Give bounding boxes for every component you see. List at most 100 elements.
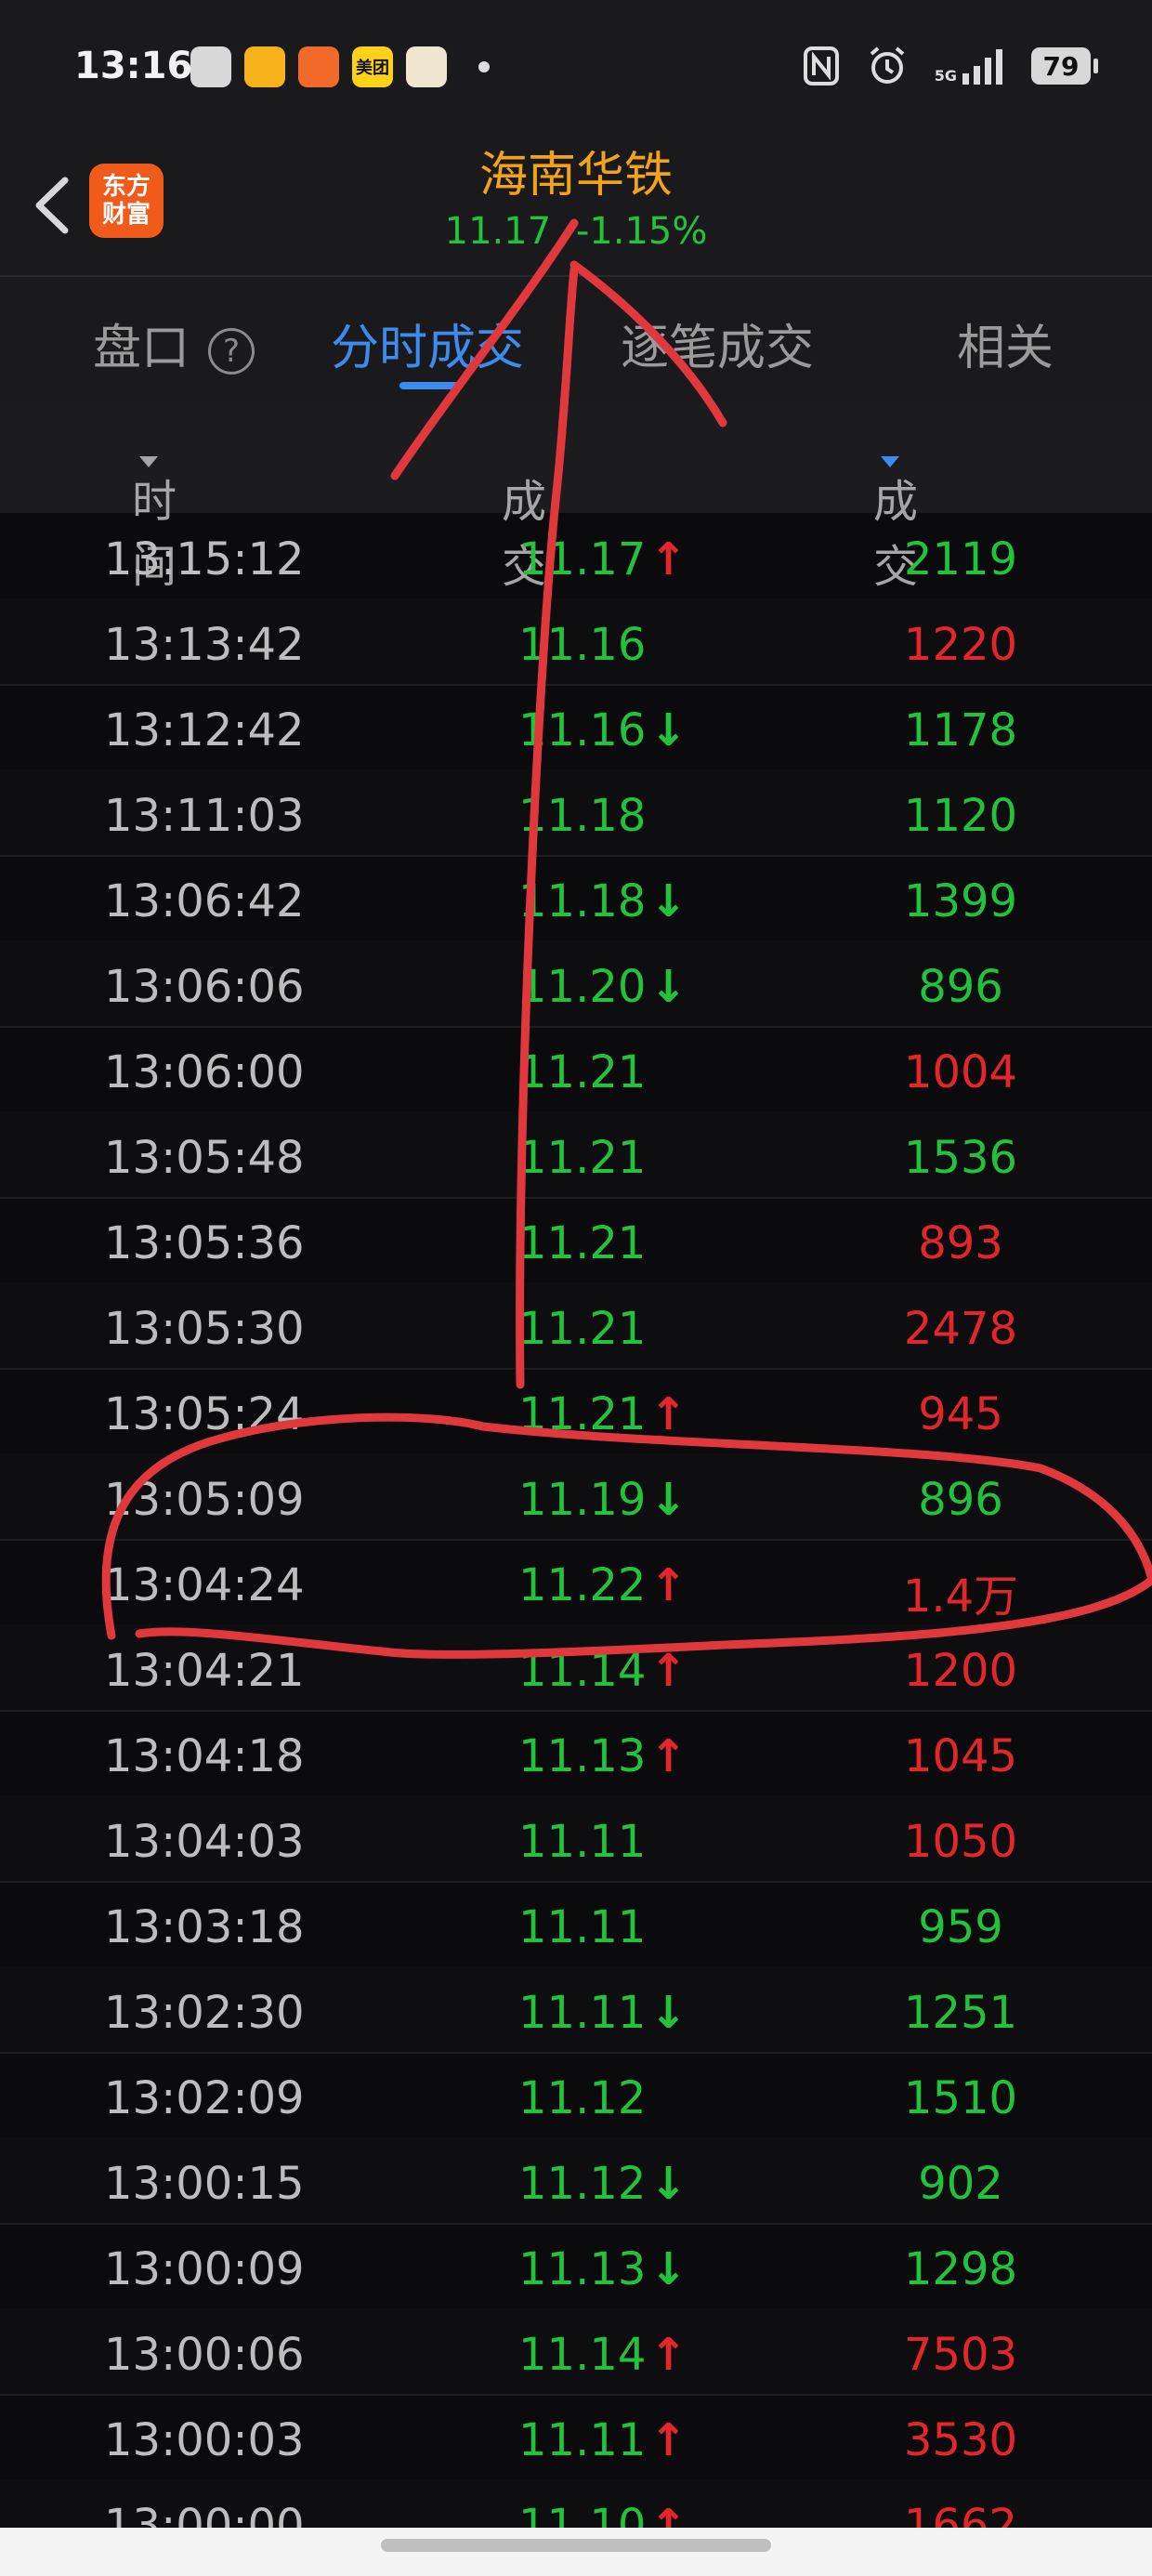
- trade-price: 11.21: [518, 1132, 647, 1184]
- trade-price-cell: 11.13↓: [518, 2243, 687, 2295]
- trade-volume: 1251: [903, 1987, 1018, 2039]
- table-row[interactable]: 13:00:03 11.11↑ 3530: [0, 2394, 1152, 2481]
- logo-line1: 东方: [101, 173, 151, 201]
- stock-change: -1.15%: [575, 210, 708, 253]
- active-tab-indicator: [399, 382, 461, 389]
- trade-price: 11.12: [518, 2072, 647, 2124]
- trades-table[interactable]: 13:15:12 11.17↑ 2119 13:13:42 11.16 1220 13:12…: [0, 513, 1152, 2528]
- battery-level: 79: [1042, 50, 1080, 82]
- trade-volume: 1298: [903, 2243, 1018, 2295]
- trade-volume: 945: [918, 1388, 1003, 1440]
- status-time: 13:16: [74, 45, 193, 87]
- trade-price-cell: 11.22↑: [518, 1559, 687, 1611]
- table-row[interactable]: 13:06:42 11.18↓ 1399: [0, 855, 1152, 942]
- table-row[interactable]: 13:06:06 11.20↓ 896: [0, 940, 1152, 1028]
- trade-price-cell: 11.11: [518, 1901, 646, 1953]
- trade-price-cell: 11.13↑: [518, 1730, 687, 1782]
- stock-price: 11.17: [444, 210, 552, 253]
- meituan-icon: 美团: [352, 46, 393, 87]
- trade-time: 13:02:30: [104, 1987, 305, 2039]
- tab-fenshi-trades[interactable]: 分时成交: [331, 309, 524, 378]
- table-row[interactable]: 13:04:18 11.13↑ 1045: [0, 1710, 1152, 1797]
- trade-price-cell: 11.12: [518, 2072, 646, 2124]
- nav-bar-bg: [0, 2528, 1152, 2576]
- trade-price-cell: 11.14↑: [518, 2329, 687, 2381]
- trade-price-cell: 11.19↓: [518, 1474, 687, 1526]
- table-row[interactable]: 13:05:24 11.21↑ 945: [0, 1368, 1152, 1455]
- trade-time: 13:05:36: [104, 1217, 305, 1269]
- arrow-up-icon: ↑: [649, 2414, 687, 2466]
- trade-volume: 902: [918, 2158, 1003, 2210]
- table-row[interactable]: 13:02:09 11.12 1510: [0, 2052, 1152, 2139]
- table-row[interactable]: 13:04:24 11.22↑ 1.4万: [0, 1539, 1152, 1626]
- tab-pankou[interactable]: 盘口?: [93, 309, 255, 378]
- trade-price: 11.22: [518, 1559, 647, 1611]
- help-icon[interactable]: ?: [208, 328, 255, 375]
- tab-tick-trades[interactable]: 逐笔成交: [621, 309, 814, 378]
- trade-volume: 1510: [903, 2072, 1018, 2124]
- tab-related[interactable]: 相关: [957, 309, 1054, 378]
- trade-price: 11.21: [518, 1217, 647, 1269]
- table-row[interactable]: 13:05:48 11.21 1536: [0, 1111, 1152, 1199]
- table-row[interactable]: 13:05:09 11.19↓ 896: [0, 1453, 1152, 1541]
- table-row[interactable]: 13:00:00 11.10↑ 1662: [0, 2479, 1152, 2528]
- trade-price-cell: 11.21: [518, 1046, 646, 1098]
- trade-volume: 2119: [903, 533, 1018, 585]
- home-indicator[interactable]: [381, 2539, 771, 2552]
- arrow-up-icon: ↑: [649, 1559, 687, 1611]
- trade-volume: 1045: [903, 1730, 1018, 1782]
- arrow-up-icon: ↑: [649, 2500, 687, 2528]
- trade-price-cell: 11.18: [518, 790, 646, 842]
- arrow-down-icon: ↓: [649, 2158, 687, 2210]
- back-arrow-icon[interactable]: [26, 173, 82, 238]
- table-row[interactable]: 13:04:21 11.14↑ 1200: [0, 1624, 1152, 1712]
- trade-price-cell: 11.11: [518, 1816, 646, 1868]
- table-row[interactable]: 13:04:03 11.11 1050: [0, 1795, 1152, 1883]
- trade-time: 13:13:42: [104, 619, 305, 671]
- trade-price-cell: 11.14↑: [518, 1645, 687, 1697]
- trade-volume: 896: [918, 961, 1003, 1013]
- status-bar: 13:16 美团 5G 79: [0, 0, 1152, 139]
- col-time-header[interactable]: 时间: [132, 433, 177, 593]
- table-row[interactable]: 13:00:06 11.14↑ 7503: [0, 2308, 1152, 2396]
- table-row[interactable]: 13:02:30 11.11↓ 1251: [0, 1966, 1152, 2054]
- trade-time: 13:12:42: [104, 704, 305, 756]
- table-row[interactable]: 13:06:00 11.21 1004: [0, 1026, 1152, 1113]
- tab-bar: 盘口? 分时成交 逐笔成交 相关: [0, 277, 1152, 401]
- eastmoney-logo[interactable]: 东方 财富: [89, 164, 164, 238]
- col-volume-header[interactable]: 成交量: [873, 433, 918, 658]
- table-row[interactable]: 13:11:03 11.18 1120: [0, 769, 1152, 857]
- game-icon: [406, 46, 447, 87]
- trade-price: 11.10: [518, 2500, 647, 2528]
- trade-price-cell: 11.11↑: [518, 2414, 687, 2466]
- battery-icon: 79: [1031, 47, 1098, 85]
- table-row[interactable]: 13:05:30 11.21 2478: [0, 1282, 1152, 1370]
- trade-time: 13:05:30: [104, 1303, 305, 1355]
- trade-price: 11.11: [518, 1816, 647, 1868]
- trade-time: 13:11:03: [104, 790, 305, 842]
- stock-quote: 11.17 -1.15%: [0, 210, 1152, 253]
- table-row[interactable]: 13:13:42 11.16 1220: [0, 598, 1152, 686]
- trade-price: 11.21: [518, 1388, 647, 1440]
- table-row[interactable]: 13:15:12 11.17↑ 2119: [0, 513, 1152, 600]
- arrow-down-icon: ↓: [649, 1987, 687, 2039]
- trade-volume: 896: [918, 1474, 1003, 1526]
- table-row[interactable]: 13:00:15 11.12↓ 902: [0, 2137, 1152, 2225]
- trade-price: 11.17: [518, 533, 647, 585]
- arrow-down-icon: ↓: [649, 2243, 687, 2295]
- trade-price: 11.18: [518, 875, 647, 927]
- trade-price: 11.14: [518, 2329, 647, 2381]
- table-row[interactable]: 13:00:09 11.13↓ 1298: [0, 2223, 1152, 2310]
- trade-price-cell: 11.21↑: [518, 1388, 687, 1440]
- table-row[interactable]: 13:05:36 11.21 893: [0, 1197, 1152, 1284]
- trade-price: 11.19: [518, 1474, 647, 1526]
- table-row[interactable]: 13:12:42 11.16↓ 1178: [0, 684, 1152, 771]
- table-row[interactable]: 13:03:18 11.11 959: [0, 1881, 1152, 1968]
- trade-time: 13:04:24: [104, 1559, 305, 1611]
- trade-price: 11.13: [518, 1730, 647, 1782]
- trade-time: 13:03:18: [104, 1901, 305, 1953]
- trade-price-cell: 11.21: [518, 1217, 646, 1269]
- trade-price: 11.11: [518, 2414, 647, 2466]
- trade-price: 11.11: [518, 1901, 647, 1953]
- trade-volume: 1120: [903, 790, 1018, 842]
